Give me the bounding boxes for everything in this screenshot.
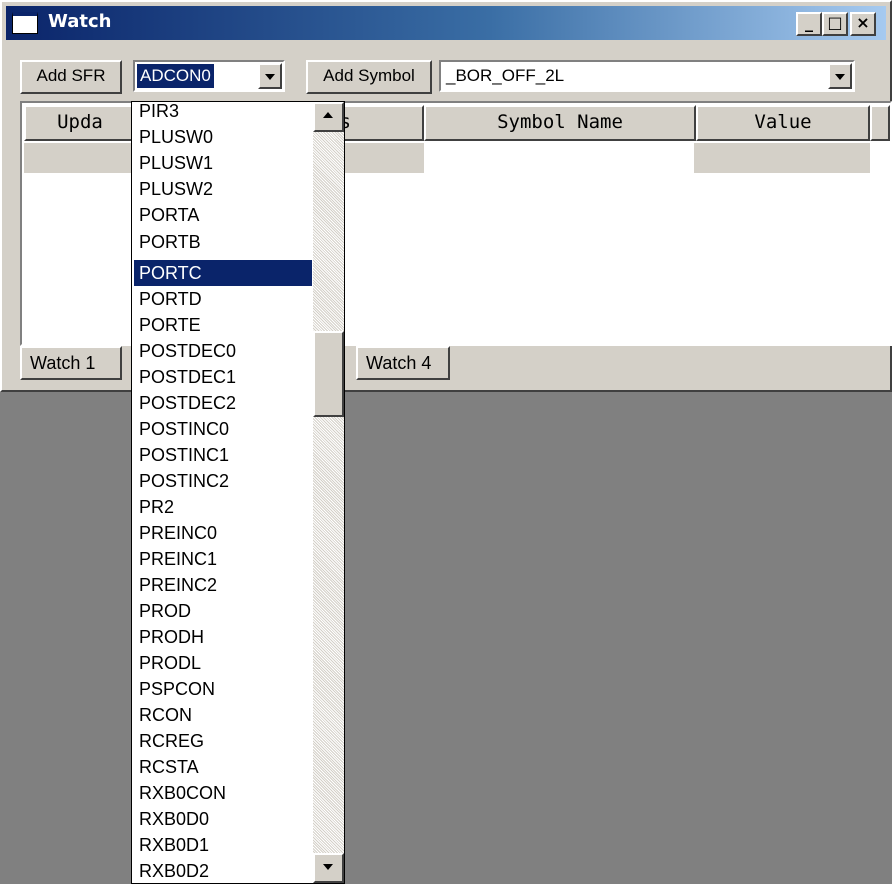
list-item[interactable]: POSTDEC0 <box>134 338 312 364</box>
table-row-cell-value[interactable] <box>694 143 870 173</box>
list-item[interactable]: POSTINC2 <box>134 468 312 494</box>
list-item[interactable]: PIR3 <box>134 98 312 124</box>
chevron-down-icon <box>835 74 845 80</box>
symbol-select[interactable]: _BOR_OFF_2L <box>439 60 855 92</box>
list-item[interactable]: PLUSW0 <box>134 124 312 150</box>
list-item[interactable]: RCON <box>134 702 312 728</box>
window-title: Watch <box>48 11 112 32</box>
list-item[interactable]: POSTINC1 <box>134 442 312 468</box>
window-icon <box>12 12 38 34</box>
list-item[interactable]: PLUSW2 <box>134 176 312 202</box>
sfr-select-value: ADCON0 <box>137 64 214 88</box>
list-item[interactable]: RCREG <box>134 728 312 754</box>
close-button[interactable]: × <box>850 12 876 36</box>
symbol-select-value: _BOR_OFF_2L <box>446 66 565 85</box>
list-item[interactable]: PRODL <box>134 650 312 676</box>
list-item[interactable]: RXB0D0 <box>134 806 312 832</box>
list-item[interactable]: PR2 <box>134 494 312 520</box>
column-header-empty <box>870 105 890 141</box>
list-item[interactable]: PREINC0 <box>134 520 312 546</box>
list-item[interactable]: PLUSW1 <box>134 150 312 176</box>
dropdown-scrollbar[interactable] <box>313 102 344 883</box>
add-sfr-button[interactable]: Add SFR <box>20 60 122 94</box>
scrollbar-thumb[interactable] <box>313 331 344 417</box>
chevron-down-icon <box>265 74 275 80</box>
list-item[interactable]: PORTD <box>134 286 312 312</box>
column-header-value[interactable]: Value <box>696 105 870 141</box>
list-item[interactable]: POSTINC0 <box>134 416 312 442</box>
list-item[interactable]: PREINC2 <box>134 572 312 598</box>
list-item[interactable]: PORTB <box>134 229 312 255</box>
list-item[interactable]: POSTDEC2 <box>134 390 312 416</box>
list-item[interactable]: PSPCON <box>134 676 312 702</box>
table-row-cell-symbol-name[interactable] <box>424 143 694 173</box>
list-item[interactable]: PORTA <box>134 202 312 228</box>
list-item[interactable]: PRODH <box>134 624 312 650</box>
symbol-dropdown-arrow[interactable] <box>828 63 852 89</box>
scroll-up-button[interactable] <box>313 102 344 132</box>
list-item[interactable]: RXB0D2 <box>134 858 312 884</box>
list-item[interactable]: PORTE <box>134 312 312 338</box>
tab-watch-1[interactable]: Watch 1 <box>20 346 122 380</box>
list-item[interactable]: POSTDEC1 <box>134 364 312 390</box>
chevron-down-icon <box>323 864 333 870</box>
list-item[interactable]: PROD <box>134 598 312 624</box>
column-header-update[interactable]: Upda <box>24 105 136 141</box>
chevron-up-icon <box>323 112 333 118</box>
scroll-down-button[interactable] <box>313 853 344 883</box>
sfr-select[interactable]: ADCON0 <box>133 60 285 92</box>
title-bar[interactable]: Watch _ □ × <box>6 6 886 40</box>
add-symbol-button[interactable]: Add Symbol <box>306 60 432 94</box>
minimize-button[interactable]: _ <box>796 12 822 36</box>
list-item[interactable]: RCSTA <box>134 754 312 780</box>
column-header-symbol-name[interactable]: Symbol Name <box>424 105 696 141</box>
list-item[interactable]: RXB0CON <box>134 780 312 806</box>
list-item[interactable]: RXB0D1 <box>134 832 312 858</box>
maximize-button[interactable]: □ <box>822 12 848 36</box>
tab-watch-4[interactable]: Watch 4 <box>356 346 450 380</box>
list-item[interactable]: PREINC1 <box>134 546 312 572</box>
sfr-dropdown-arrow[interactable] <box>258 63 282 89</box>
list-item-selected[interactable]: PORTC <box>134 260 312 286</box>
sfr-dropdown-list[interactable]: PIR3 PLUSW0 PLUSW1 PLUSW2 PORTA PORTB PO… <box>131 101 345 884</box>
